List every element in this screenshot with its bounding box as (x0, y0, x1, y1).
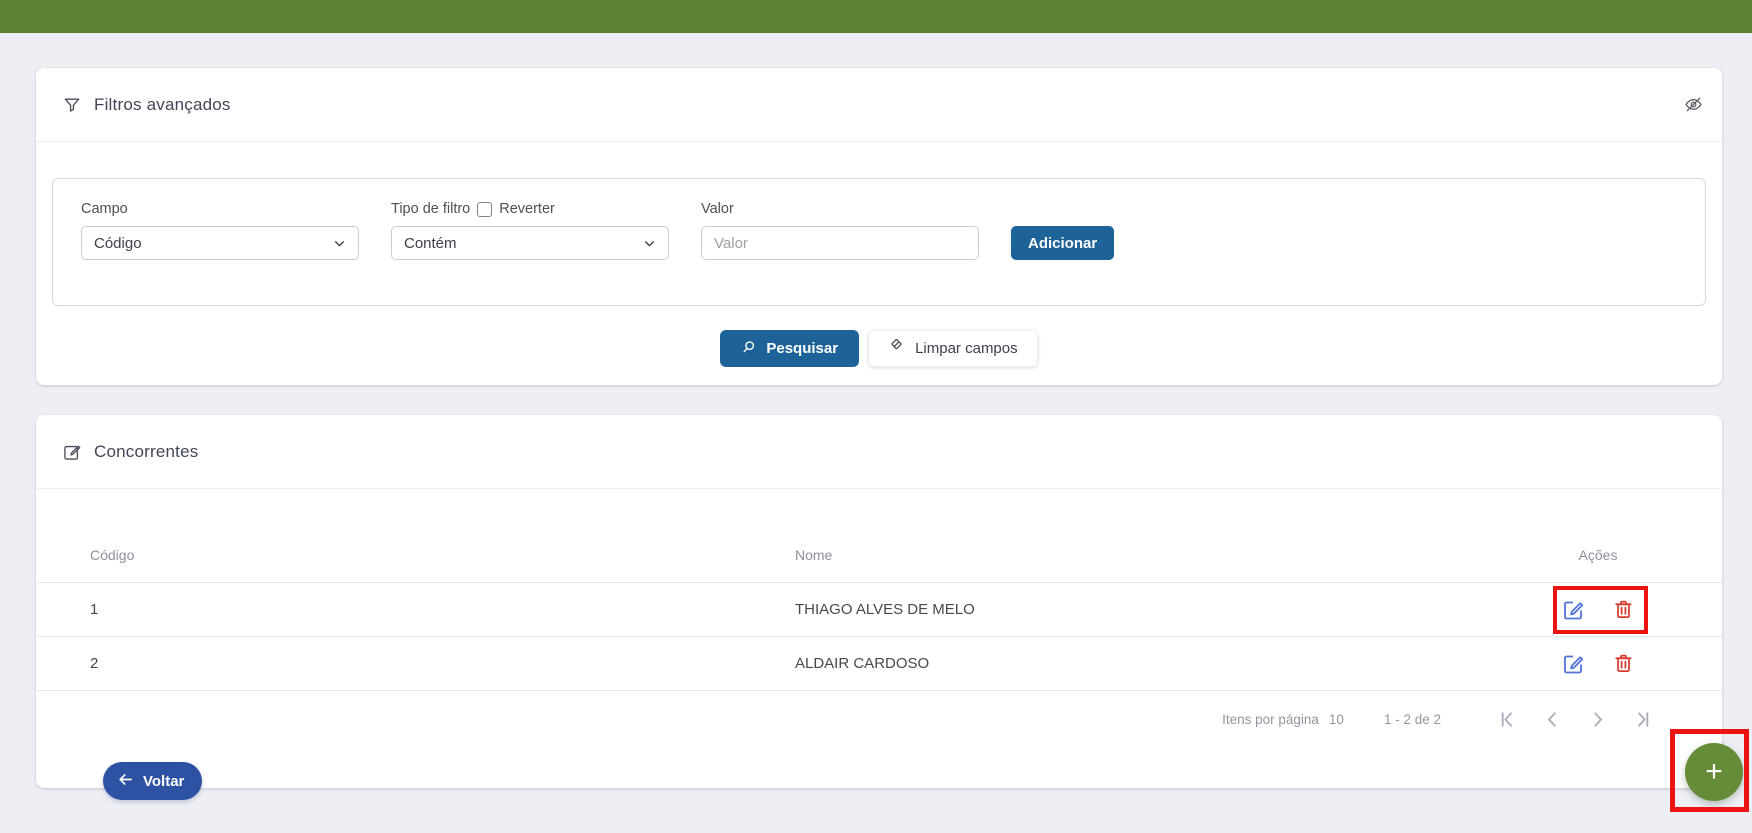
eye-off-icon (1683, 94, 1704, 115)
prev-page-button[interactable] (1530, 709, 1575, 730)
chevron-down-icon (333, 237, 346, 250)
valor-input[interactable] (701, 226, 979, 260)
page-range-label: 1 - 2 de 2 (1384, 712, 1441, 727)
cell-nome: THIAGO ALVES DE MELO (795, 601, 1548, 618)
arrow-left-icon (117, 771, 134, 792)
limpar-campos-button-label: Limpar campos (915, 340, 1018, 357)
filter-funnel-icon (62, 95, 82, 115)
chevron-left-icon (1542, 709, 1563, 730)
first-page-button[interactable] (1485, 709, 1530, 730)
tipo-field-group: Tipo de filtro Reverter Contém (391, 200, 669, 260)
valor-field-group: Valor (701, 200, 979, 260)
next-page-button[interactable] (1575, 709, 1620, 730)
campo-label: Campo (81, 200, 359, 218)
edit-button[interactable] (1559, 596, 1587, 624)
chevron-down-icon (643, 237, 656, 250)
adicionar-button[interactable]: Adicionar (1011, 226, 1114, 260)
tipo-label: Tipo de filtro (391, 201, 470, 217)
edit-icon (1561, 598, 1585, 622)
cell-nome: ALDAIR CARDOSO (795, 655, 1548, 672)
trash-icon (1612, 598, 1635, 621)
top-bar (0, 0, 1752, 33)
filter-actions-row: Pesquisar Limpar campos (36, 330, 1722, 367)
concorrentes-card-header: Concorrentes (36, 415, 1722, 489)
filters-card-header: Filtros avançados (36, 68, 1722, 142)
column-header-nome: Nome (795, 547, 1548, 563)
pesquisar-button-label: Pesquisar (766, 340, 838, 357)
add-filter-group: Adicionar (1011, 226, 1114, 260)
table-header-row: Código Nome Ações (36, 527, 1722, 583)
filter-builder-box: Campo Código Tipo de filtro Reverter Con… (52, 178, 1706, 306)
tipo-filtro-select[interactable]: Contém (391, 226, 669, 260)
last-page-button[interactable] (1620, 709, 1665, 730)
reverter-label: Reverter (499, 201, 555, 217)
campo-select[interactable]: Código (81, 226, 359, 260)
voltar-button[interactable]: Voltar (103, 762, 202, 800)
edit-square-icon (62, 442, 82, 462)
search-icon (741, 339, 757, 359)
paginator: Itens por página 10 1 - 2 de 2 (36, 691, 1722, 747)
pesquisar-button[interactable]: Pesquisar (720, 330, 859, 367)
voltar-button-label: Voltar (143, 773, 184, 790)
chevron-right-icon (1587, 709, 1608, 730)
plus-icon: + (1705, 757, 1723, 787)
edit-icon (1561, 652, 1585, 676)
valor-label: Valor (701, 200, 979, 218)
campo-select-value: Código (94, 235, 142, 252)
hide-filters-button[interactable] (1679, 90, 1708, 119)
add-record-fab[interactable]: + (1685, 743, 1743, 801)
column-header-acoes: Ações (1548, 547, 1648, 563)
delete-button[interactable] (1610, 650, 1637, 678)
cell-codigo: 2 (90, 655, 795, 672)
items-per-page-label: Itens por página (1222, 712, 1319, 727)
filters-card: Filtros avançados Campo Código (36, 68, 1722, 385)
concorrentes-card: Concorrentes Código Nome Ações 1 THIAGO … (36, 415, 1722, 788)
filters-card-title: Filtros avançados (94, 95, 231, 115)
items-per-page-value[interactable]: 10 (1329, 712, 1344, 727)
table-row: 1 THIAGO ALVES DE MELO (36, 583, 1722, 637)
tipo-filtro-select-value: Contém (404, 235, 457, 252)
eraser-icon (888, 338, 905, 359)
table-row: 2 ALDAIR CARDOSO (36, 637, 1722, 691)
last-page-icon (1632, 709, 1653, 730)
first-page-icon (1497, 709, 1518, 730)
edit-button[interactable] (1559, 650, 1587, 678)
limpar-campos-button[interactable]: Limpar campos (868, 330, 1038, 367)
campo-field-group: Campo Código (81, 200, 359, 260)
trash-icon (1612, 652, 1635, 675)
concorrentes-table: Código Nome Ações 1 THIAGO ALVES DE MELO (36, 489, 1722, 747)
reverter-checkbox[interactable] (477, 202, 492, 217)
concorrentes-card-title: Concorrentes (94, 442, 198, 462)
cell-codigo: 1 (90, 601, 795, 618)
delete-button[interactable] (1610, 596, 1637, 624)
column-header-codigo: Código (90, 547, 795, 563)
